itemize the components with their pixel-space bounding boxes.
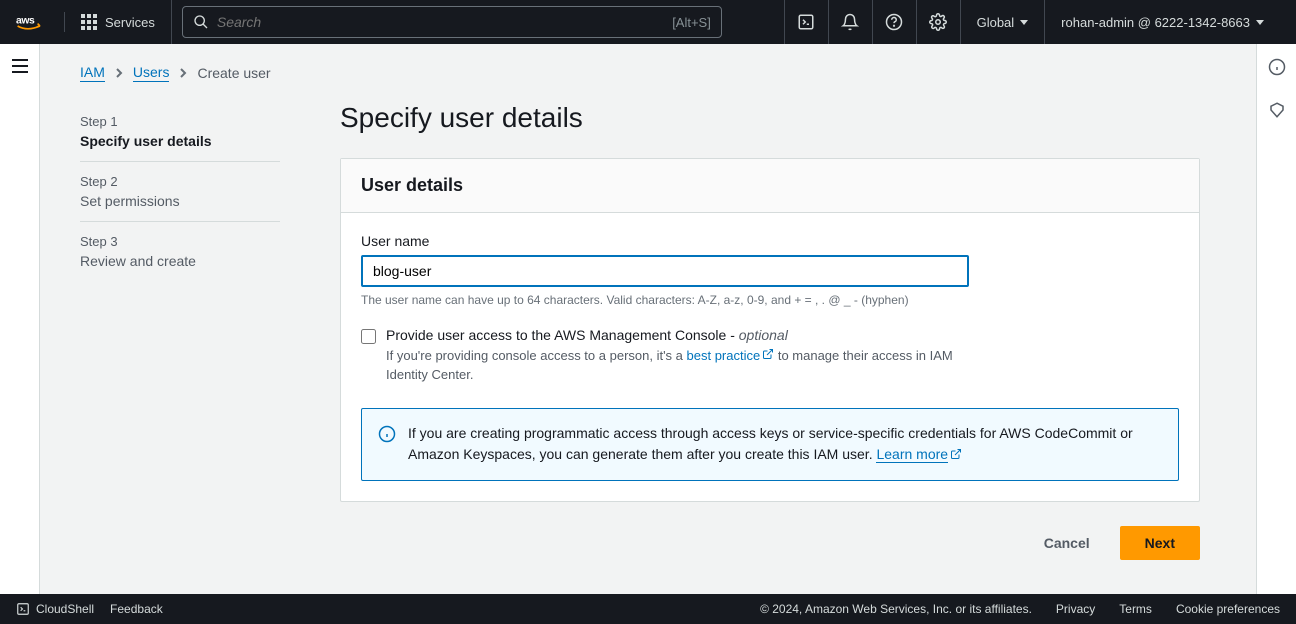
account-label: rohan-admin @ 6222-1342-8663 xyxy=(1061,15,1250,30)
learn-more-link[interactable]: Learn more xyxy=(876,446,948,463)
step-1[interactable]: Step 1 Specify user details xyxy=(80,102,280,162)
step-title: Set permissions xyxy=(80,193,280,209)
notifications-button[interactable] xyxy=(828,0,872,44)
step-2: Step 2 Set permissions xyxy=(80,162,280,222)
terminal-icon xyxy=(797,13,815,31)
best-practice-link[interactable]: best practice xyxy=(687,348,761,363)
step-num: Step 3 xyxy=(80,234,280,249)
page-title: Specify user details xyxy=(340,102,1200,134)
user-details-card: User details User name The user name can… xyxy=(340,158,1200,502)
feedback-link[interactable]: Feedback xyxy=(110,602,163,616)
chevron-right-icon xyxy=(179,67,187,79)
step-title: Specify user details xyxy=(80,133,280,149)
info-panel-toggle[interactable] xyxy=(1268,58,1286,81)
terms-link[interactable]: Terms xyxy=(1119,602,1152,616)
step-num: Step 2 xyxy=(80,174,280,189)
main-panel: Specify user details User details User n… xyxy=(340,102,1200,560)
svg-text:aws: aws xyxy=(16,16,35,27)
top-nav: aws Services [Alt+S] Global rohan-admin … xyxy=(0,0,1296,44)
history-panel-toggle[interactable] xyxy=(1268,101,1286,124)
card-title: User details xyxy=(361,175,1179,196)
info-icon xyxy=(1268,58,1286,76)
menu-toggle[interactable] xyxy=(11,58,29,79)
search-input[interactable] xyxy=(217,14,672,30)
cloudshell-label: CloudShell xyxy=(36,602,94,616)
content-area: IAM Users Create user Step 1 Specify use… xyxy=(40,44,1256,594)
chevron-right-icon xyxy=(115,67,123,79)
console-access-sub: If you're providing console access to a … xyxy=(386,347,966,384)
shield-icon xyxy=(1268,101,1286,119)
left-rail xyxy=(0,44,40,594)
wizard-steps: Step 1 Specify user details Step 2 Set p… xyxy=(80,102,280,560)
account-selector[interactable]: rohan-admin @ 6222-1342-8663 xyxy=(1044,0,1280,44)
aws-logo[interactable]: aws xyxy=(16,12,65,32)
cancel-button[interactable]: Cancel xyxy=(1028,527,1106,559)
step-3: Step 3 Review and create xyxy=(80,222,280,281)
hamburger-icon xyxy=(11,58,29,74)
search-icon xyxy=(193,14,209,30)
terminal-icon xyxy=(16,602,30,616)
button-row: Cancel Next xyxy=(340,526,1200,560)
gear-icon xyxy=(929,13,947,31)
external-link-icon xyxy=(762,347,774,365)
info-icon xyxy=(378,425,396,448)
step-title: Review and create xyxy=(80,253,280,269)
search-shortcut: [Alt+S] xyxy=(672,15,711,30)
privacy-link[interactable]: Privacy xyxy=(1056,602,1095,616)
footer: CloudShell Feedback © 2024, Amazon Web S… xyxy=(0,594,1296,624)
external-link-icon xyxy=(950,445,962,466)
help-button[interactable] xyxy=(872,0,916,44)
breadcrumb-iam[interactable]: IAM xyxy=(80,64,105,82)
help-icon xyxy=(885,13,903,31)
breadcrumb-current: Create user xyxy=(197,65,270,81)
console-access-label: Provide user access to the AWS Managemen… xyxy=(386,327,966,343)
right-rail xyxy=(1256,44,1296,594)
services-label: Services xyxy=(105,15,155,30)
card-header: User details xyxy=(341,159,1199,213)
region-selector[interactable]: Global xyxy=(960,0,1045,44)
info-text: If you are creating programmatic access … xyxy=(408,423,1162,466)
grid-icon xyxy=(81,14,97,30)
info-box: If you are creating programmatic access … xyxy=(361,408,1179,481)
next-button[interactable]: Next xyxy=(1120,526,1200,560)
cookie-link[interactable]: Cookie preferences xyxy=(1176,602,1280,616)
breadcrumb: IAM Users Create user xyxy=(80,64,1216,82)
username-hint: The user name can have up to 64 characte… xyxy=(361,293,1179,307)
console-access-checkbox[interactable] xyxy=(361,329,376,344)
caret-down-icon xyxy=(1256,20,1264,25)
services-button[interactable]: Services xyxy=(65,0,172,44)
username-label: User name xyxy=(361,233,1179,249)
username-input[interactable] xyxy=(361,255,969,287)
region-label: Global xyxy=(977,15,1015,30)
settings-button[interactable] xyxy=(916,0,960,44)
copyright: © 2024, Amazon Web Services, Inc. or its… xyxy=(760,602,1032,616)
bell-icon xyxy=(841,13,859,31)
search-box[interactable]: [Alt+S] xyxy=(182,6,722,38)
caret-down-icon xyxy=(1020,20,1028,25)
step-num: Step 1 xyxy=(80,114,280,129)
cloudshell-icon-button[interactable] xyxy=(784,0,828,44)
cloudshell-button[interactable]: CloudShell xyxy=(16,602,94,616)
breadcrumb-users[interactable]: Users xyxy=(133,64,170,82)
